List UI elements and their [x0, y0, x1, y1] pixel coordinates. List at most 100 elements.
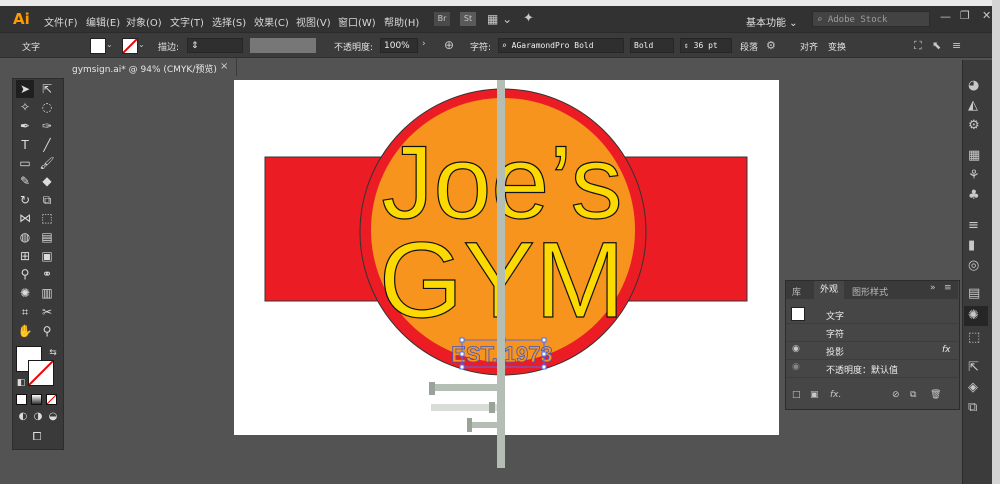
rectangle-tool-icon[interactable]: ▭ — [16, 154, 34, 172]
perspective-grid-tool-icon[interactable]: ▤ — [38, 228, 56, 246]
transparency-icon[interactable]: ◎ — [968, 258, 979, 273]
stroke-dropdown-icon[interactable]: ⌄ — [138, 40, 145, 49]
blend-tool-icon[interactable]: ⚭ — [38, 265, 56, 283]
screen-mode-icon[interactable]: ⧠ — [28, 428, 46, 446]
lasso-tool-icon[interactable]: ◌ — [38, 98, 56, 116]
column-graph-tool-icon[interactable]: ▥ — [38, 284, 56, 302]
gym-sign-artwork[interactable]: Joe’s GYM EST. 1973 — [234, 80, 779, 472]
appearance-row-type[interactable] — [786, 305, 958, 324]
delete-item-icon[interactable]: 🗑 — [930, 390, 941, 400]
gradient-panel-icon[interactable]: ▮ — [968, 238, 975, 253]
font-style-field[interactable]: Bold — [630, 38, 674, 53]
menu-help[interactable]: 帮助(H) — [384, 14, 419, 29]
close-window-icon[interactable]: ✕ — [982, 9, 991, 22]
opacity-field[interactable]: 100% — [380, 38, 418, 53]
menu-effect[interactable]: 效果(C) — [254, 14, 289, 29]
tab-appearance[interactable]: 外观 — [814, 281, 845, 299]
isolate-icon[interactable]: ⛶ — [914, 39, 922, 53]
appearance-opacity-label[interactable]: 不透明度：默认值 — [826, 363, 898, 376]
symbol-sprayer-tool-icon[interactable]: ✺ — [16, 284, 34, 302]
color-mode-icon[interactable] — [16, 394, 27, 405]
brushes-icon[interactable]: ⚘ — [968, 168, 980, 183]
selection-handle[interactable] — [459, 364, 465, 370]
color-guide-icon[interactable]: ◭ — [968, 98, 978, 113]
fill-swatch[interactable] — [90, 38, 106, 54]
eraser-tool-icon[interactable]: ◆ — [38, 172, 56, 190]
text-options-icon[interactable]: ⚙ — [766, 39, 776, 52]
artboard-tool-icon[interactable]: ⌗ — [16, 303, 34, 321]
free-transform-tool-icon[interactable]: ⬚ — [38, 209, 56, 227]
selection-handle[interactable] — [459, 351, 465, 357]
vertical-scrollbar[interactable] — [952, 78, 960, 478]
gradient-mode-icon[interactable] — [31, 394, 42, 405]
gradient-tool-icon[interactable]: ▣ — [38, 247, 56, 265]
none-mode-icon[interactable] — [46, 394, 57, 405]
stroke-swatch[interactable] — [122, 38, 138, 54]
slice-tool-icon[interactable]: ✂ — [38, 303, 56, 321]
fill-dropdown-icon[interactable]: ⌄ — [106, 40, 113, 49]
guide-bar-2[interactable] — [431, 404, 497, 411]
menu-edit[interactable]: 编辑(E) — [86, 14, 120, 29]
width-tool-icon[interactable]: ⋈ — [16, 209, 34, 227]
clear-appearance-icon[interactable]: ⊘ — [892, 390, 900, 400]
magic-wand-tool-icon[interactable]: ✧ — [16, 98, 34, 116]
workspace-switcher[interactable]: 基本功能 ⌄ — [746, 14, 798, 29]
duplicate-item-icon[interactable]: ⧉ — [910, 390, 916, 400]
stroke-weight-field[interactable]: ⇕ — [187, 38, 243, 53]
layers-icon[interactable]: ◈ — [968, 380, 978, 395]
menu-object[interactable]: 对象(O) — [126, 14, 162, 29]
font-family-field[interactable]: ⌕ AGaramondPro Bold — [498, 38, 624, 53]
appearance-row-drop-shadow[interactable] — [786, 341, 958, 360]
shape-builder-tool-icon[interactable]: ◍ — [16, 228, 34, 246]
add-fill-icon[interactable]: ▣ — [810, 390, 819, 400]
color-panel-icon[interactable]: ◕ — [968, 78, 979, 93]
selection-tool-icon[interactable]: ➤ — [16, 80, 34, 98]
hand-tool-icon[interactable]: ✋ — [16, 322, 34, 340]
swap-fill-stroke-icon[interactable]: ⇆ — [44, 344, 62, 362]
opacity-arrow-icon[interactable]: › — [422, 39, 426, 49]
eyedropper-tool-icon[interactable]: ⚲ — [16, 265, 34, 283]
shaper-tool-icon[interactable]: ✎ — [16, 172, 34, 190]
appearance-row-characters[interactable] — [786, 323, 958, 342]
guide-bar-3-cap[interactable] — [467, 418, 472, 432]
bridge-icon[interactable]: Br — [434, 12, 450, 26]
tab-graphic-styles[interactable]: 图形样式 — [852, 285, 888, 298]
guide-bar-2-cap[interactable] — [489, 402, 495, 413]
symbols-icon[interactable]: ♣ — [968, 188, 980, 203]
scale-tool-icon[interactable]: ⧉ — [38, 191, 56, 209]
selection-handle[interactable] — [541, 351, 547, 357]
recolor-artwork-icon[interactable]: ⊕ — [444, 38, 454, 52]
variable-width-profile[interactable] — [250, 38, 316, 53]
recolor-icon[interactable]: ⚙ — [968, 118, 980, 133]
menu-file[interactable]: 文件(F) — [44, 14, 78, 29]
guide-bar-1-cap[interactable] — [429, 382, 435, 395]
asset-links-icon[interactable]: ⧉ — [968, 400, 977, 415]
appearance-panel-icon[interactable]: ▤ — [968, 286, 980, 301]
control-menu-icon[interactable]: ≡ — [952, 39, 961, 52]
selection-handle[interactable] — [459, 337, 465, 343]
visibility-eye-icon[interactable]: ◉ — [792, 362, 800, 372]
add-stroke-icon[interactable]: □ — [792, 390, 801, 400]
graphic-styles-icon[interactable]: ✺ — [968, 308, 979, 323]
swatches-icon[interactable]: ▦ — [968, 148, 980, 163]
vertical-guide-bar[interactable] — [497, 80, 505, 468]
selection-handle[interactable] — [541, 337, 547, 343]
visibility-eye-icon[interactable]: ◉ — [792, 344, 800, 354]
stroke-color-box[interactable] — [28, 360, 54, 386]
zoom-tool-icon[interactable]: ⚲ — [38, 322, 56, 340]
artboards-icon[interactable]: ⬚ — [968, 330, 980, 345]
appearance-drop-shadow-label[interactable]: 投影 — [826, 345, 844, 358]
add-effect-icon[interactable]: fx. — [830, 390, 841, 400]
transform-label[interactable]: 变换 — [828, 40, 846, 53]
maximize-icon[interactable]: ❐ — [960, 9, 970, 22]
mesh-tool-icon[interactable]: ⊞ — [16, 247, 34, 265]
character-label[interactable]: 字符: — [470, 40, 491, 53]
default-fill-stroke-icon[interactable]: ◧ — [12, 374, 30, 392]
guide-bar-3[interactable] — [470, 422, 497, 428]
selection-handle[interactable] — [541, 364, 547, 370]
menu-type[interactable]: 文字(T) — [170, 14, 204, 29]
draw-inside-icon[interactable]: ◒ — [44, 408, 62, 426]
gpu-performance-icon[interactable]: ✦ — [523, 11, 534, 26]
fx-icon[interactable]: fx — [942, 345, 951, 355]
minimize-icon[interactable]: — — [940, 10, 951, 23]
